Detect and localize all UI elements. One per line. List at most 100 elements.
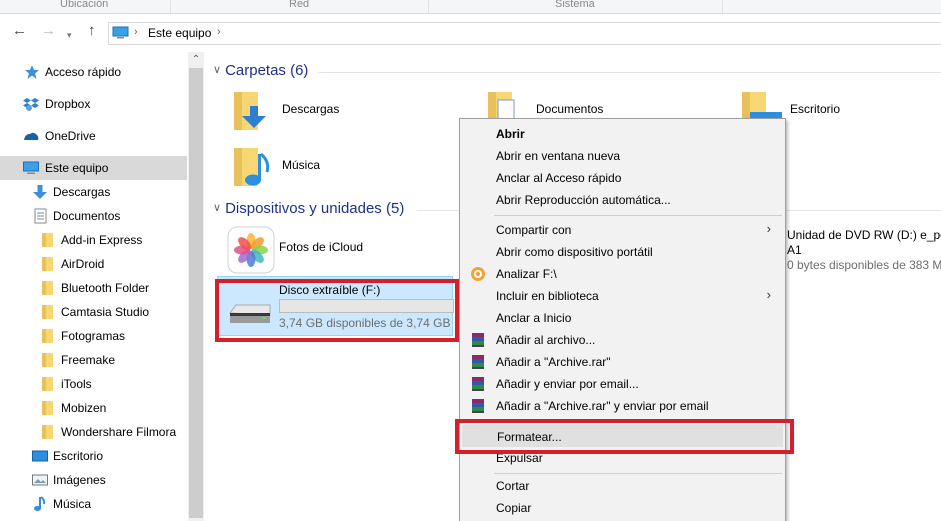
breadcrumb-chevron-icon[interactable]: › [134,26,138,38]
folder-icon [42,233,53,247]
ribbon-separator [722,0,723,14]
menu-item-dispositivo-portatil[interactable]: Abrir como dispositivo portátil [462,241,783,263]
chevron-down-icon: ∨ [213,202,222,214]
sidebar-item-fotogramas[interactable]: Fotogramas [0,324,187,348]
device-tile-removable-drive[interactable]: Disco extraíble (F:) 3,74 GB disponibles… [217,276,454,336]
sidebar-item-label: Imágenes [53,473,106,487]
menu-item-incluir-biblioteca[interactable]: Incluir en biblioteca › [462,285,783,307]
back-button[interactable]: ← [12,23,27,39]
sidebar-scrollbar[interactable]: ⌃ [188,52,204,521]
folder-icon [42,305,53,319]
chevron-right-icon: › [766,221,771,236]
menu-item-reproduccion-automatica[interactable]: Abrir Reproducción automática... [462,189,783,211]
menu-item-label: Abrir en ventana nueva [496,149,621,163]
section-header-carpetas[interactable]: ∨ Carpetas (6) [213,62,308,82]
folder-tile-descargas[interactable]: Descargas [230,88,430,136]
menu-item-label: Anclar a Inicio [496,311,572,325]
scroll-up-button[interactable]: ⌃ [188,52,204,68]
folder-icon [42,401,53,415]
menu-item-label: Formatear... [497,430,562,444]
sidebar-item-escritorio[interactable]: Escritorio [0,444,187,468]
sidebar-item-label: Acceso rápido [45,65,122,79]
music-icon [34,496,46,511]
device-tile-icloud[interactable]: Fotos de iCloud [227,226,427,274]
menu-item-label: Añadir a "Archive.rar" [496,355,611,369]
sidebar-item-este-equipo[interactable]: Este equipo [0,156,187,180]
address-bar[interactable]: › Este equipo › [108,22,941,45]
sidebar-item-label: Wondershare Filmora [61,425,177,439]
menu-item-abrir[interactable]: Abrir [462,123,783,145]
sidebar-item-label: Camtasia Studio [61,305,150,319]
sidebar-item-documentos[interactable]: Documentos [0,204,187,228]
sidebar-item-musica[interactable]: Música [0,492,187,516]
menu-separator [494,215,782,216]
menu-item-anclar-inicio[interactable]: Anclar a Inicio [462,307,783,329]
menu-item-anadir-enviar-email[interactable]: Añadir y enviar por email... [462,373,783,395]
folder-tile-musica[interactable]: Música [230,144,430,192]
menu-item-formatear[interactable]: Formatear... [462,425,783,447]
computer-icon [23,161,39,174]
menu-item-expulsar[interactable]: Expulsar [462,447,783,469]
navigation-bar: ← → ▾ ↑ › Este equipo › [0,14,941,50]
sidebar-item-dropbox[interactable]: Dropbox [0,92,187,116]
icloud-photos-icon [227,226,275,274]
scroll-thumb[interactable] [189,68,203,518]
sidebar-item-add-in-express[interactable]: Add-in Express [0,228,187,252]
menu-item-label: Compartir con [496,223,572,237]
sidebar-item-acceso-rapido[interactable]: Acceso rápido [0,60,187,84]
menu-item-label: Añadir al archivo... [496,333,596,347]
up-button[interactable]: ↑ [88,23,96,39]
menu-item-copiar[interactable]: Copiar [462,497,783,519]
folder-tile-label: Escritorio [790,102,841,116]
menu-item-cortar[interactable]: Cortar [462,475,783,497]
sidebar-item-bluetooth-folder[interactable]: Bluetooth Folder [0,276,187,300]
music-folder-icon [234,148,270,186]
section-title: Dispositivos y unidades (5) [225,200,405,217]
sidebar-item-onedrive[interactable]: OneDrive [0,124,187,148]
navigation-pane: Acceso rápido Dropbox OneDrive Este equi… [0,50,187,521]
folder-icon [42,377,53,391]
sidebar-item-descargas[interactable]: Descargas [0,180,187,204]
menu-item-anclar-acceso-rapido[interactable]: Anclar al Acceso rápido [462,167,783,189]
sidebar-item-camtasia-studio[interactable]: Camtasia Studio [0,300,187,324]
menu-item-anadir-archive-rar-email[interactable]: Añadir a "Archive.rar" y enviar por emai… [462,395,783,417]
cloud-icon [24,132,39,140]
menu-separator [494,421,782,422]
sidebar-item-label: Freemake [61,353,116,367]
menu-separator [494,473,782,474]
forward-button[interactable]: → [41,23,56,39]
sidebar-item-mobizen[interactable]: Mobizen [0,396,187,420]
menu-item-analizar[interactable]: Analizar F:\ [462,263,783,285]
folder-tile-label: Música [282,158,321,172]
sidebar-item-airdroid[interactable]: AirDroid [0,252,187,276]
device-tile-dvd-drive[interactable]: Unidad de DVD RW (D:) e_pol A1 0 bytes d… [787,228,941,273]
menu-item-label: Analizar F:\ [496,267,557,281]
sidebar-item-freemake[interactable]: Freemake [0,348,187,372]
breadcrumb-este-equipo[interactable]: Este equipo [148,26,211,40]
section-header-dispositivos[interactable]: ∨ Dispositivos y unidades (5) [213,200,404,220]
sidebar-item-label: Escritorio [53,449,104,463]
sidebar-item-label: Fotogramas [61,329,126,343]
folder-icon [42,257,53,271]
folder-icon [42,353,53,367]
sidebar-item-itools[interactable]: iTools [0,372,187,396]
arrow-left-icon: ← [12,22,27,39]
sidebar-item-wondershare-filmora[interactable]: Wondershare Filmora [0,420,187,444]
recent-locations-button[interactable]: ▾ [67,27,72,43]
menu-item-abrir-ventana-nueva[interactable]: Abrir en ventana nueva [462,145,783,167]
folder-tile-label: Documentos [536,102,604,116]
ribbon-group-ubicacion: Ubicación [60,0,109,10]
sidebar-item-imagenes[interactable]: Imágenes [0,468,187,492]
device-tile-label: Disco extraíble (F:) [279,283,381,297]
menu-item-anadir-archivo[interactable]: Añadir al archivo... [462,329,783,351]
chevron-down-icon: ∨ [213,64,222,76]
menu-item-anadir-archive-rar[interactable]: Añadir a "Archive.rar" [462,351,783,373]
breadcrumb-chevron-icon[interactable]: › [217,26,221,38]
menu-item-compartir-con[interactable]: Compartir con › [462,219,783,241]
sidebar-item-label: Add-in Express [61,233,143,247]
folder-tile-label: Descargas [282,102,340,116]
pictures-icon [32,474,48,486]
context-menu: Abrir Abrir en ventana nueva Anclar al A… [459,118,786,521]
sidebar-item-label: Este equipo [45,161,109,175]
menu-item-label: Abrir [496,127,525,141]
